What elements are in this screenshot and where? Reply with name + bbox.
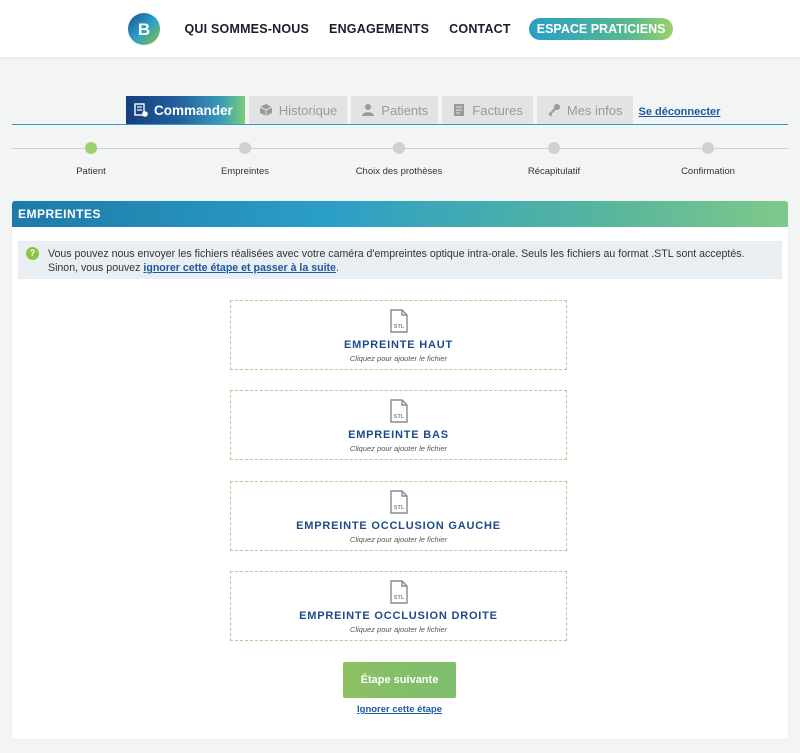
box-icon <box>259 104 272 116</box>
info-line-2: Sinon, vous pouvez ignorer cette étape e… <box>48 261 774 275</box>
tab-factures[interactable]: Factures <box>442 96 533 124</box>
espace-praticiens-button[interactable]: ESPACE PRATICIENS <box>528 17 674 40</box>
tab-label: Commander <box>154 102 233 118</box>
svg-text:STL: STL <box>393 414 404 420</box>
logout-link[interactable]: Se déconnecter <box>639 106 721 118</box>
tab-commander[interactable]: Commander <box>126 96 245 124</box>
tab-mes-infos[interactable]: Mes infos <box>536 96 633 124</box>
info-notice: ? Vous pouvez nous envoyer les fichiers … <box>18 241 782 279</box>
upload-empreinte-occlusion-gauche[interactable]: STL EMPREINTE OCCLUSION GAUCHE Cliquez p… <box>230 481 567 551</box>
svg-text:STL: STL <box>393 505 404 511</box>
key-icon <box>548 104 560 117</box>
section-title: EMPREINTES <box>12 201 788 227</box>
nav-qui-sommes-nous[interactable]: QUI SOMMES-NOUS <box>185 22 310 36</box>
skip-step-inline-link[interactable]: ignorer cette étape et passer à la suite <box>143 262 336 274</box>
step-choix-protheses: Choix des prothèses <box>339 142 459 177</box>
step-dot <box>393 142 405 154</box>
step-confirmation: Confirmation <box>648 142 768 177</box>
step-label: Récapitulatif <box>527 166 581 177</box>
stl-file-icon: STL <box>389 490 408 514</box>
next-step-button[interactable]: Étape suivante <box>343 662 456 698</box>
stl-file-icon: STL <box>389 309 408 333</box>
stl-file-icon: STL <box>389 399 408 423</box>
tab-label: Factures <box>472 102 523 118</box>
step-label: Choix des prothèses <box>355 166 443 177</box>
empreintes-card: EMPREINTES ? Vous pouvez nous envoyer le… <box>12 201 788 739</box>
step-recapitulatif: Récapitulatif <box>494 142 614 177</box>
upload-empreinte-haut[interactable]: STL EMPREINTE HAUT Cliquez pour ajouter … <box>230 300 567 370</box>
tab-historique[interactable]: Historique <box>248 96 348 124</box>
tab-patients[interactable]: Patients <box>351 96 439 124</box>
step-dot <box>548 142 560 154</box>
order-form-icon <box>134 103 148 117</box>
upload-title: EMPREINTE OCCLUSION GAUCHE <box>296 520 501 532</box>
upload-hint: Cliquez pour ajouter le fichier <box>349 354 448 363</box>
upload-title: EMPREINTE HAUT <box>344 339 453 351</box>
skip-step-link[interactable]: Ignorer cette étape <box>343 704 456 715</box>
stl-file-icon: STL <box>389 580 408 604</box>
step-label: Empreintes <box>220 166 270 177</box>
info-suffix: . <box>335 262 339 274</box>
upload-hint: Cliquez pour ajouter le fichier <box>349 535 448 544</box>
step-dot <box>239 142 251 154</box>
svg-text:STL: STL <box>393 595 404 601</box>
svg-text:STL: STL <box>393 324 404 330</box>
brand-logo[interactable]: B <box>127 12 161 46</box>
upload-title: EMPREINTE BAS <box>348 429 449 441</box>
upload-title: EMPREINTE OCCLUSION DROITE <box>299 610 498 622</box>
tabs-divider <box>12 124 788 125</box>
step-dot <box>85 142 97 154</box>
tab-label: Patients <box>381 102 429 118</box>
step-dot <box>702 142 714 154</box>
upload-empreinte-bas[interactable]: STL EMPREINTE BAS Cliquez pour ajouter l… <box>230 390 567 460</box>
user-icon <box>362 104 375 116</box>
top-navigation: B QUI SOMMES-NOUS ENGAGEMENTS CONTACT ES… <box>0 0 800 58</box>
tab-label: Historique <box>278 102 338 118</box>
question-icon: ? <box>26 247 39 260</box>
step-empreintes: Empreintes <box>185 142 305 177</box>
info-prefix: Sinon, vous pouvez <box>48 262 144 274</box>
nav-contact[interactable]: CONTACT <box>449 22 511 36</box>
upload-empreinte-occlusion-droite[interactable]: STL EMPREINTE OCCLUSION DROITE Cliquez p… <box>230 571 567 641</box>
step-patient: Patient <box>31 142 151 177</box>
invoice-icon <box>454 104 465 116</box>
info-line-1: Vous pouvez nous envoyer les fichiers ré… <box>48 248 745 260</box>
upload-hint: Cliquez pour ajouter le fichier <box>349 625 448 634</box>
svg-text:B: B <box>137 20 149 39</box>
step-label: Patient <box>76 166 106 177</box>
nav-engagements[interactable]: ENGAGEMENTS <box>329 22 429 36</box>
tab-label: Mes infos <box>566 102 623 118</box>
upload-hint: Cliquez pour ajouter le fichier <box>349 444 448 453</box>
step-label: Confirmation <box>681 166 735 177</box>
order-progress-steps: Patient Empreintes Choix des prothèses R… <box>0 142 800 192</box>
account-tabs: Commander Historique Patients Factures M… <box>0 96 800 126</box>
